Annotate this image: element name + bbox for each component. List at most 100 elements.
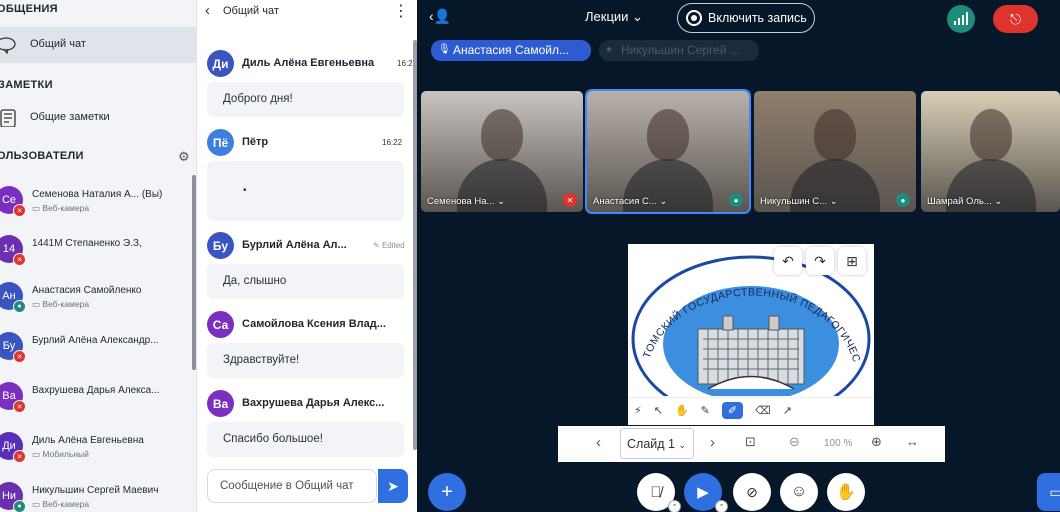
connection-signal-icon[interactable]: [947, 5, 975, 33]
avatar-initials: Са: [212, 317, 229, 332]
shared-notes-item[interactable]: Общие заметки: [0, 100, 196, 136]
video-tile[interactable]: Никульшин С... ⌄ ●: [754, 91, 916, 212]
thumbnails-icon[interactable]: ⊡: [745, 434, 756, 450]
chevron-up-icon[interactable]: ⌃: [668, 500, 681, 512]
side-panel-button[interactable]: ▭: [1037, 473, 1060, 511]
avatar: Се ✕: [0, 186, 26, 217]
edited-label: ✎ Edited: [373, 241, 405, 250]
tile-name-text: Шамрай Оль...: [927, 196, 992, 207]
hand-icon: ✋: [836, 484, 856, 501]
message-bubble: Да, слышно: [207, 264, 404, 299]
user-name: Семенова Наталия А... (Вы): [32, 189, 163, 200]
avatar-initials: Ва: [212, 396, 229, 411]
user-device: ▭ Мобильный: [32, 449, 89, 460]
user-item[interactable]: Се ✕ Семенова Наталия А... (Вы) ▭ Веб-камер…: [0, 178, 190, 224]
tile-name-text: Анастасия С...: [593, 196, 657, 207]
video-tile[interactable]: Семенова На... ⌄ ✕: [421, 91, 583, 212]
record-label: Включить запись: [708, 11, 807, 25]
hide-toolbar-icon[interactable]: ⚡: [634, 404, 642, 417]
app-root: ОБЩЕНИЯ Общий чат ЗАМЕТКИ Общие заметки …: [0, 0, 1060, 512]
talker-pill-1[interactable]: 🎙 Анастасия Самойл...: [431, 40, 591, 61]
participants-toggle-icon[interactable]: ‹👤: [429, 8, 451, 25]
talker-pill-2[interactable]: ● Никульшин Сергей ...: [599, 40, 759, 61]
talker-name: Никульшин Сергей ...: [621, 43, 740, 57]
avatar-initials: Пё: [212, 135, 229, 150]
message-header: Ва Вахрушева Дарья Алекс...: [207, 390, 407, 418]
gear-icon[interactable]: ⚙: [178, 149, 190, 165]
eraser-icon[interactable]: ⌫: [755, 404, 771, 417]
marker-icon[interactable]: ✐: [721, 401, 744, 419]
avatar: Ди: [207, 50, 234, 77]
fit-width-icon[interactable]: ↔: [906, 434, 919, 449]
zoom-out-icon[interactable]: ⊖: [789, 434, 800, 450]
user-name: Вахрушева Дарья Алекса...: [32, 385, 160, 396]
notes-header: ЗАМЕТКИ: [0, 79, 53, 91]
actions-button[interactable]: +: [428, 473, 466, 511]
record-button[interactable]: Включить запись: [677, 3, 815, 33]
mic-icon: ●: [606, 44, 613, 55]
message-bubble: Доброго дня!: [207, 82, 404, 117]
main-area: ‹👤 Лекции ⌄ Включить запись ⎋ 🎙 Анастасия…: [417, 0, 1060, 512]
exit-icon: ⎋: [1009, 10, 1022, 27]
apps-grid-icon[interactable]: ⊞: [838, 247, 866, 275]
user-item[interactable]: Ни ● Никульшин Сергей Маевич ▭ Веб-камера: [0, 474, 190, 512]
hand-icon[interactable]: ✋: [675, 404, 689, 417]
next-slide-icon[interactable]: ›: [710, 434, 715, 451]
user-item[interactable]: Ва ✕ Вахрушева Дарья Алекса...: [0, 374, 190, 420]
zoom-level: 100 %: [824, 438, 853, 449]
pencil-icon[interactable]: ✎: [701, 404, 710, 417]
zoom-in-icon[interactable]: ⊕: [871, 434, 882, 450]
chat-message-input[interactable]: Сообщение в Общий чат: [207, 469, 377, 503]
pointer-icon[interactable]: ↖: [654, 404, 663, 417]
raise-hand-button[interactable]: ✋: [827, 473, 865, 511]
user-item[interactable]: Бу ✕ Бурлий Алёна Александр...: [0, 324, 190, 370]
messages-header: ОБЩЕНИЯ: [0, 3, 58, 15]
user-item[interactable]: 14 ✕ 1441М Степаненко Э.З,: [0, 227, 190, 273]
reactions-button[interactable]: ☺: [780, 473, 818, 511]
video-tile[interactable]: Анастасия С... ⌄ ●: [585, 89, 751, 214]
back-chevron-icon[interactable]: ‹: [205, 2, 210, 19]
arrow-tool-icon[interactable]: ↗: [783, 404, 792, 417]
record-icon: [686, 10, 702, 26]
slide-navigation: ‹ Слайд 1 ⌄ › ⊡ ⊖ 100 % ⊕ ↔: [558, 426, 945, 462]
avatar: Пё: [207, 129, 234, 156]
mute-button[interactable]: 🎙̸ ⌃: [637, 473, 681, 512]
prev-slide-icon[interactable]: ‹: [596, 434, 601, 451]
avatar: Ни ●: [0, 482, 26, 512]
tile-name-text: Семенова На...: [427, 196, 495, 207]
participant-silhouette: [814, 109, 856, 161]
leave-button[interactable]: ⎋: [993, 5, 1038, 33]
chevron-up-icon[interactable]: ⌃: [715, 500, 728, 512]
send-arrow-icon: ➤: [387, 477, 399, 494]
general-chat-item[interactable]: Общий чат: [0, 27, 196, 63]
mic-status-icon: ✕: [13, 204, 26, 217]
room-selector[interactable]: Лекции ⌄: [585, 9, 643, 25]
avatar-initials: Ни: [1, 490, 17, 502]
message-header: Са Самойлова Ксения Влад...: [207, 311, 407, 339]
mic-status-icon: ✕: [13, 400, 26, 413]
chat-bubble-icon: [0, 37, 16, 54]
chat-panel: ‹ Общий чат ⋮ Ди Диль Алёна Евгеньевна 16:…: [196, 0, 417, 512]
redo-icon[interactable]: ↷: [806, 247, 834, 275]
chevron-down-icon: ⌄: [994, 196, 1003, 207]
user-name: Бурлий Алёна Александр...: [32, 335, 159, 346]
slide-select[interactable]: Слайд 1 ⌄: [620, 428, 694, 459]
more-options-icon[interactable]: ⋮: [393, 1, 409, 21]
user-item[interactable]: Ди ✕ Диль Алёна Евгеньевна ▭ Мобильный: [0, 424, 190, 470]
slide-tools: ↶ ↷ ⊞: [774, 247, 866, 275]
user-item[interactable]: Ан ● Анастасия Самойленко ▭ Веб-камера: [0, 274, 190, 320]
chevron-down-icon: ⌄: [829, 196, 838, 207]
video-tile[interactable]: Шамрай Оль... ⌄: [921, 91, 1060, 212]
message-author: Диль Алёна Евгеньевна: [242, 57, 375, 69]
screenshare-button[interactable]: ⊘: [733, 473, 771, 511]
avatar: 14 ✕: [0, 235, 26, 266]
tile-name: Шамрай Оль... ⌄: [927, 196, 1002, 207]
mic-status-icon: ●: [13, 500, 26, 512]
camera-button[interactable]: ▶ ⌃: [684, 473, 728, 512]
avatar-initials: Ди: [212, 56, 229, 71]
send-button[interactable]: ➤: [378, 469, 408, 503]
device-icon: ▭: [32, 449, 43, 459]
message-header: Ди Диль Алёна Евгеньевна 16:2: [207, 50, 413, 78]
undo-icon[interactable]: ↶: [774, 247, 802, 275]
chevron-down-icon: ⌄: [678, 440, 687, 450]
